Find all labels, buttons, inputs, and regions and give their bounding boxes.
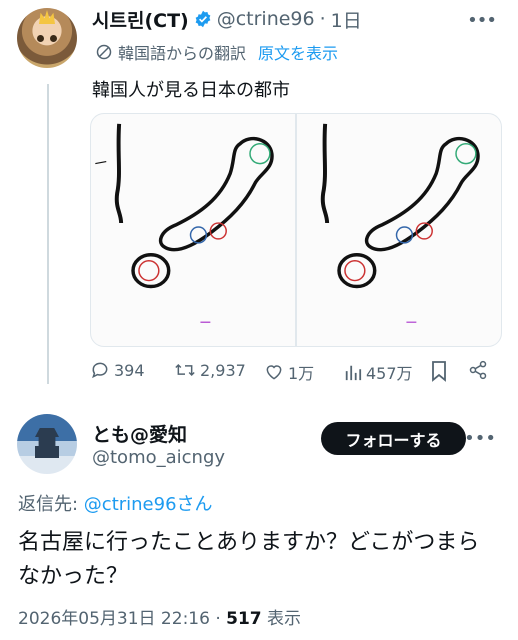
retweet-icon bbox=[175, 363, 195, 377]
reply-view-count: 517 bbox=[226, 609, 262, 629]
reply-timestamp[interactable]: 2026年05月31日 22:16 · bbox=[18, 609, 226, 629]
separator-dot: · bbox=[319, 8, 326, 30]
avatar-eye bbox=[50, 35, 57, 42]
reply-icon bbox=[92, 362, 108, 379]
avatar-eye bbox=[37, 35, 44, 42]
tweet-header: 시트린(CT) @ctrine96 · 1日 bbox=[92, 6, 362, 32]
bookmark-button[interactable] bbox=[430, 360, 448, 382]
bookmark-icon bbox=[432, 361, 446, 382]
reply-more-options-icon[interactable]: ••• bbox=[464, 428, 496, 449]
reply-views-label: 表示 bbox=[261, 609, 302, 629]
follow-button[interactable]: フォローする bbox=[321, 422, 466, 455]
retweet-button[interactable]: 2,937 bbox=[174, 360, 246, 380]
translation-bar: 韓国語からの翻訳 原文を表示 bbox=[96, 40, 338, 64]
share-button[interactable] bbox=[468, 360, 488, 380]
reply-to-handle-link[interactable]: @ctrine96さん bbox=[84, 494, 213, 515]
reply-count: 394 bbox=[114, 360, 145, 380]
translate-icon bbox=[96, 44, 112, 60]
author-name[interactable]: 시트린(CT) bbox=[92, 6, 189, 33]
reply-author-avatar[interactable] bbox=[17, 414, 77, 474]
view-count: 457万 bbox=[366, 364, 413, 383]
reply-author-handle[interactable]: @tomo_aicngy bbox=[92, 447, 225, 468]
show-original-link[interactable]: 原文を表示 bbox=[258, 40, 338, 64]
more-options-icon[interactable]: ••• bbox=[467, 10, 497, 31]
media-image-japanese-map[interactable] bbox=[297, 114, 501, 346]
reply-button[interactable]: 394 bbox=[90, 360, 145, 380]
reply-to-line: 返信先: @ctrine96さん bbox=[18, 490, 213, 516]
tweet-text: 韓国人が見る日本の都市 bbox=[92, 80, 290, 101]
castle-icon bbox=[35, 428, 59, 458]
heart-icon bbox=[266, 365, 282, 380]
thread-connector bbox=[47, 84, 49, 384]
tweet-time[interactable]: 1日 bbox=[331, 6, 362, 33]
analytics-icon bbox=[345, 365, 362, 381]
translated-label: 韓国語からの翻訳 bbox=[118, 44, 247, 63]
retweet-count: 2,937 bbox=[200, 360, 246, 380]
author-avatar[interactable] bbox=[17, 8, 77, 68]
reply-metadata: 2026年05月31日 22:16 · 517 表示 bbox=[18, 604, 301, 629]
like-button[interactable]: 1万 bbox=[264, 360, 314, 384]
tweet-actions: 394 2,937 1万 457万 bbox=[90, 360, 500, 386]
map-sketch-japanese bbox=[320, 123, 480, 323]
author-handle[interactable]: @ctrine96 bbox=[217, 8, 315, 30]
map-sketch-korean bbox=[95, 123, 274, 323]
reply-author-name[interactable]: とも@愛知 bbox=[92, 420, 187, 447]
crown-icon bbox=[39, 10, 55, 24]
reply-to-label: 返信先: bbox=[18, 494, 84, 515]
reply-text: 名古屋に行ったことありますか？どこがつまらなかった？ bbox=[18, 530, 480, 589]
media-image-korean-map[interactable] bbox=[91, 114, 295, 346]
views-button[interactable]: 457万 bbox=[344, 360, 413, 384]
like-count: 1万 bbox=[288, 364, 315, 383]
tweet-media[interactable] bbox=[90, 113, 502, 347]
verified-badge-icon[interactable] bbox=[194, 10, 212, 28]
share-icon bbox=[469, 360, 487, 380]
